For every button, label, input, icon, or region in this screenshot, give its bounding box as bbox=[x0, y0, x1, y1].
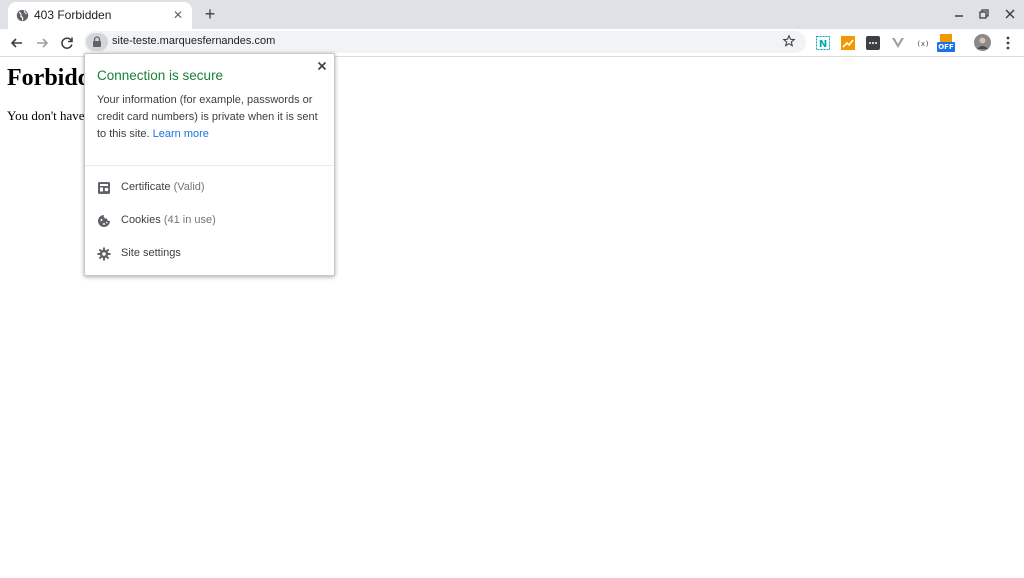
site-settings-label: Site settings bbox=[121, 247, 181, 259]
popup-title: Connection is secure bbox=[97, 68, 224, 83]
site-info-popup: Connection is secure Your information (f… bbox=[84, 53, 335, 276]
gear-icon bbox=[97, 247, 111, 261]
reload-button[interactable] bbox=[57, 33, 77, 53]
site-settings-item[interactable]: Site settings bbox=[85, 240, 334, 268]
tab-title: 403 Forbidden bbox=[34, 8, 112, 22]
off-badge-icon[interactable]: OFF bbox=[937, 34, 955, 52]
forward-button[interactable] bbox=[32, 33, 52, 53]
close-window-icon[interactable] bbox=[1002, 6, 1018, 22]
avatar[interactable] bbox=[974, 34, 991, 51]
new-tab-button[interactable]: + bbox=[200, 4, 220, 24]
page-text: You don't have bbox=[7, 108, 85, 123]
svg-text:(x): (x) bbox=[917, 40, 930, 48]
menu-kebab-icon[interactable] bbox=[1001, 35, 1015, 51]
arrow-left-icon bbox=[10, 38, 22, 48]
globe-icon bbox=[16, 9, 29, 22]
popup-description: Your information (for example, passwords… bbox=[97, 92, 329, 143]
cookies-item[interactable]: Cookies (41 in use) bbox=[85, 207, 334, 235]
tab-manager-icon[interactable] bbox=[866, 36, 880, 50]
vue-devtools-icon[interactable] bbox=[891, 36, 905, 50]
analytics-icon[interactable] bbox=[841, 36, 855, 50]
lock-icon bbox=[93, 36, 101, 47]
site-info-button[interactable] bbox=[86, 33, 108, 51]
wappalyzer-icon[interactable]: (x) bbox=[916, 36, 930, 50]
reload-icon bbox=[61, 37, 73, 49]
back-button[interactable] bbox=[7, 33, 27, 53]
tab-active[interactable]: 403 Forbidden ✕ bbox=[8, 2, 192, 29]
arrow-right-icon bbox=[37, 38, 49, 48]
certificate-icon bbox=[98, 182, 110, 194]
certificate-status: (Valid) bbox=[173, 181, 205, 193]
bookmark-star-icon[interactable] bbox=[782, 34, 796, 48]
cookies-label: Cookies bbox=[121, 214, 161, 226]
tab-close-icon[interactable]: ✕ bbox=[170, 7, 186, 23]
certificate-label: Certificate bbox=[121, 181, 171, 193]
tab-strip: 403 Forbidden ✕ + bbox=[0, 0, 1024, 29]
popup-divider bbox=[85, 165, 334, 166]
cookie-icon bbox=[98, 215, 110, 227]
popup-close-icon[interactable] bbox=[314, 58, 330, 74]
off-badge-label: OFF bbox=[938, 43, 954, 51]
cookies-count: (41 in use) bbox=[163, 214, 216, 226]
learn-more-link[interactable]: Learn more bbox=[153, 128, 209, 140]
restore-icon[interactable] bbox=[976, 6, 992, 22]
netflix-party-icon[interactable]: N bbox=[816, 36, 830, 50]
certificate-item[interactable]: Certificate (Valid) bbox=[85, 174, 334, 202]
minimize-icon[interactable] bbox=[951, 6, 967, 22]
svg-text:N: N bbox=[819, 39, 827, 50]
address-bar[interactable]: site-teste.marquesfernandes.com bbox=[84, 31, 806, 53]
url-text[interactable]: site-teste.marquesfernandes.com bbox=[112, 35, 275, 47]
